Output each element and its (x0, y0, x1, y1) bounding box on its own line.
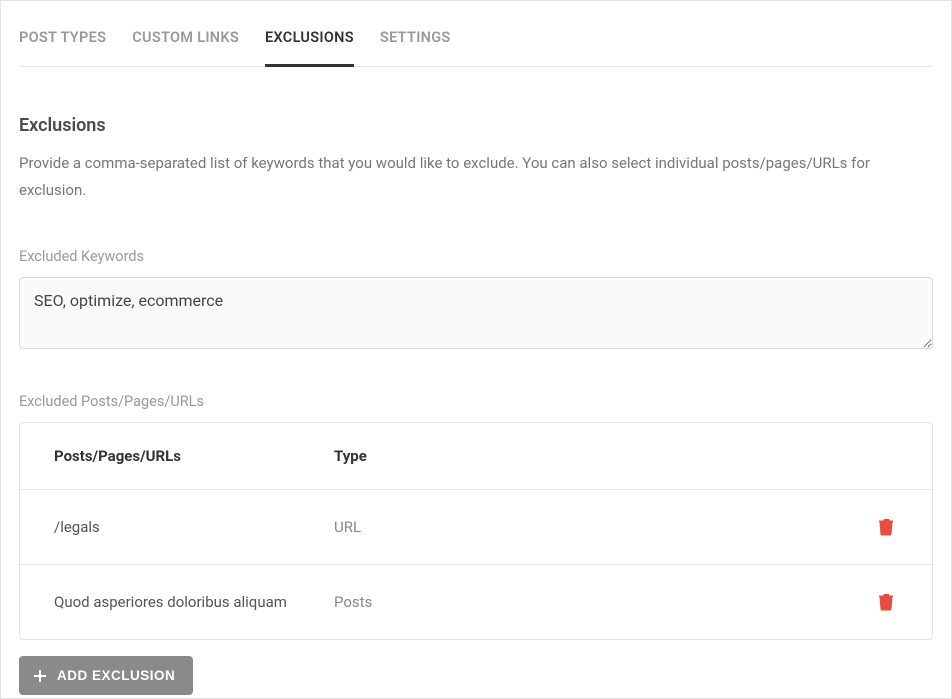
trash-icon (878, 518, 894, 536)
row-name: Quod asperiores doloribus aliquam (54, 593, 334, 611)
excluded-items-table: Posts/Pages/URLs Type /legals URL Quod a… (19, 422, 933, 640)
row-actions (862, 589, 898, 615)
row-name: /legals (54, 518, 334, 536)
column-header-type: Type (334, 447, 862, 465)
delete-button[interactable] (874, 514, 898, 540)
tab-custom-links[interactable]: CUSTOM LINKS (132, 3, 239, 67)
excluded-keywords-input[interactable] (19, 277, 933, 349)
add-exclusion-button[interactable]: ADD EXCLUSION (19, 656, 193, 695)
excluded-keywords-label: Excluded Keywords (19, 248, 933, 265)
tab-post-types[interactable]: POST TYPES (19, 3, 106, 67)
table-row: Quod asperiores doloribus aliquam Posts (20, 564, 932, 639)
row-type: URL (334, 518, 862, 536)
section-description: Provide a comma-separated list of keywor… (19, 150, 933, 204)
plus-icon (33, 669, 47, 683)
section-title: Exclusions (19, 115, 933, 136)
tabs: POST TYPES CUSTOM LINKS EXCLUSIONS SETTI… (19, 3, 933, 67)
row-actions (862, 514, 898, 540)
add-exclusion-label: ADD EXCLUSION (57, 668, 175, 683)
table-row: /legals URL (20, 489, 932, 564)
tab-exclusions[interactable]: EXCLUSIONS (265, 3, 354, 67)
trash-icon (878, 593, 894, 611)
excluded-items-label: Excluded Posts/Pages/URLs (19, 393, 933, 410)
table-header-row: Posts/Pages/URLs Type (20, 423, 932, 489)
delete-button[interactable] (874, 589, 898, 615)
column-header-name: Posts/Pages/URLs (54, 447, 334, 465)
settings-panel: POST TYPES CUSTOM LINKS EXCLUSIONS SETTI… (0, 0, 952, 699)
tab-settings[interactable]: SETTINGS (380, 3, 451, 67)
row-type: Posts (334, 593, 862, 611)
